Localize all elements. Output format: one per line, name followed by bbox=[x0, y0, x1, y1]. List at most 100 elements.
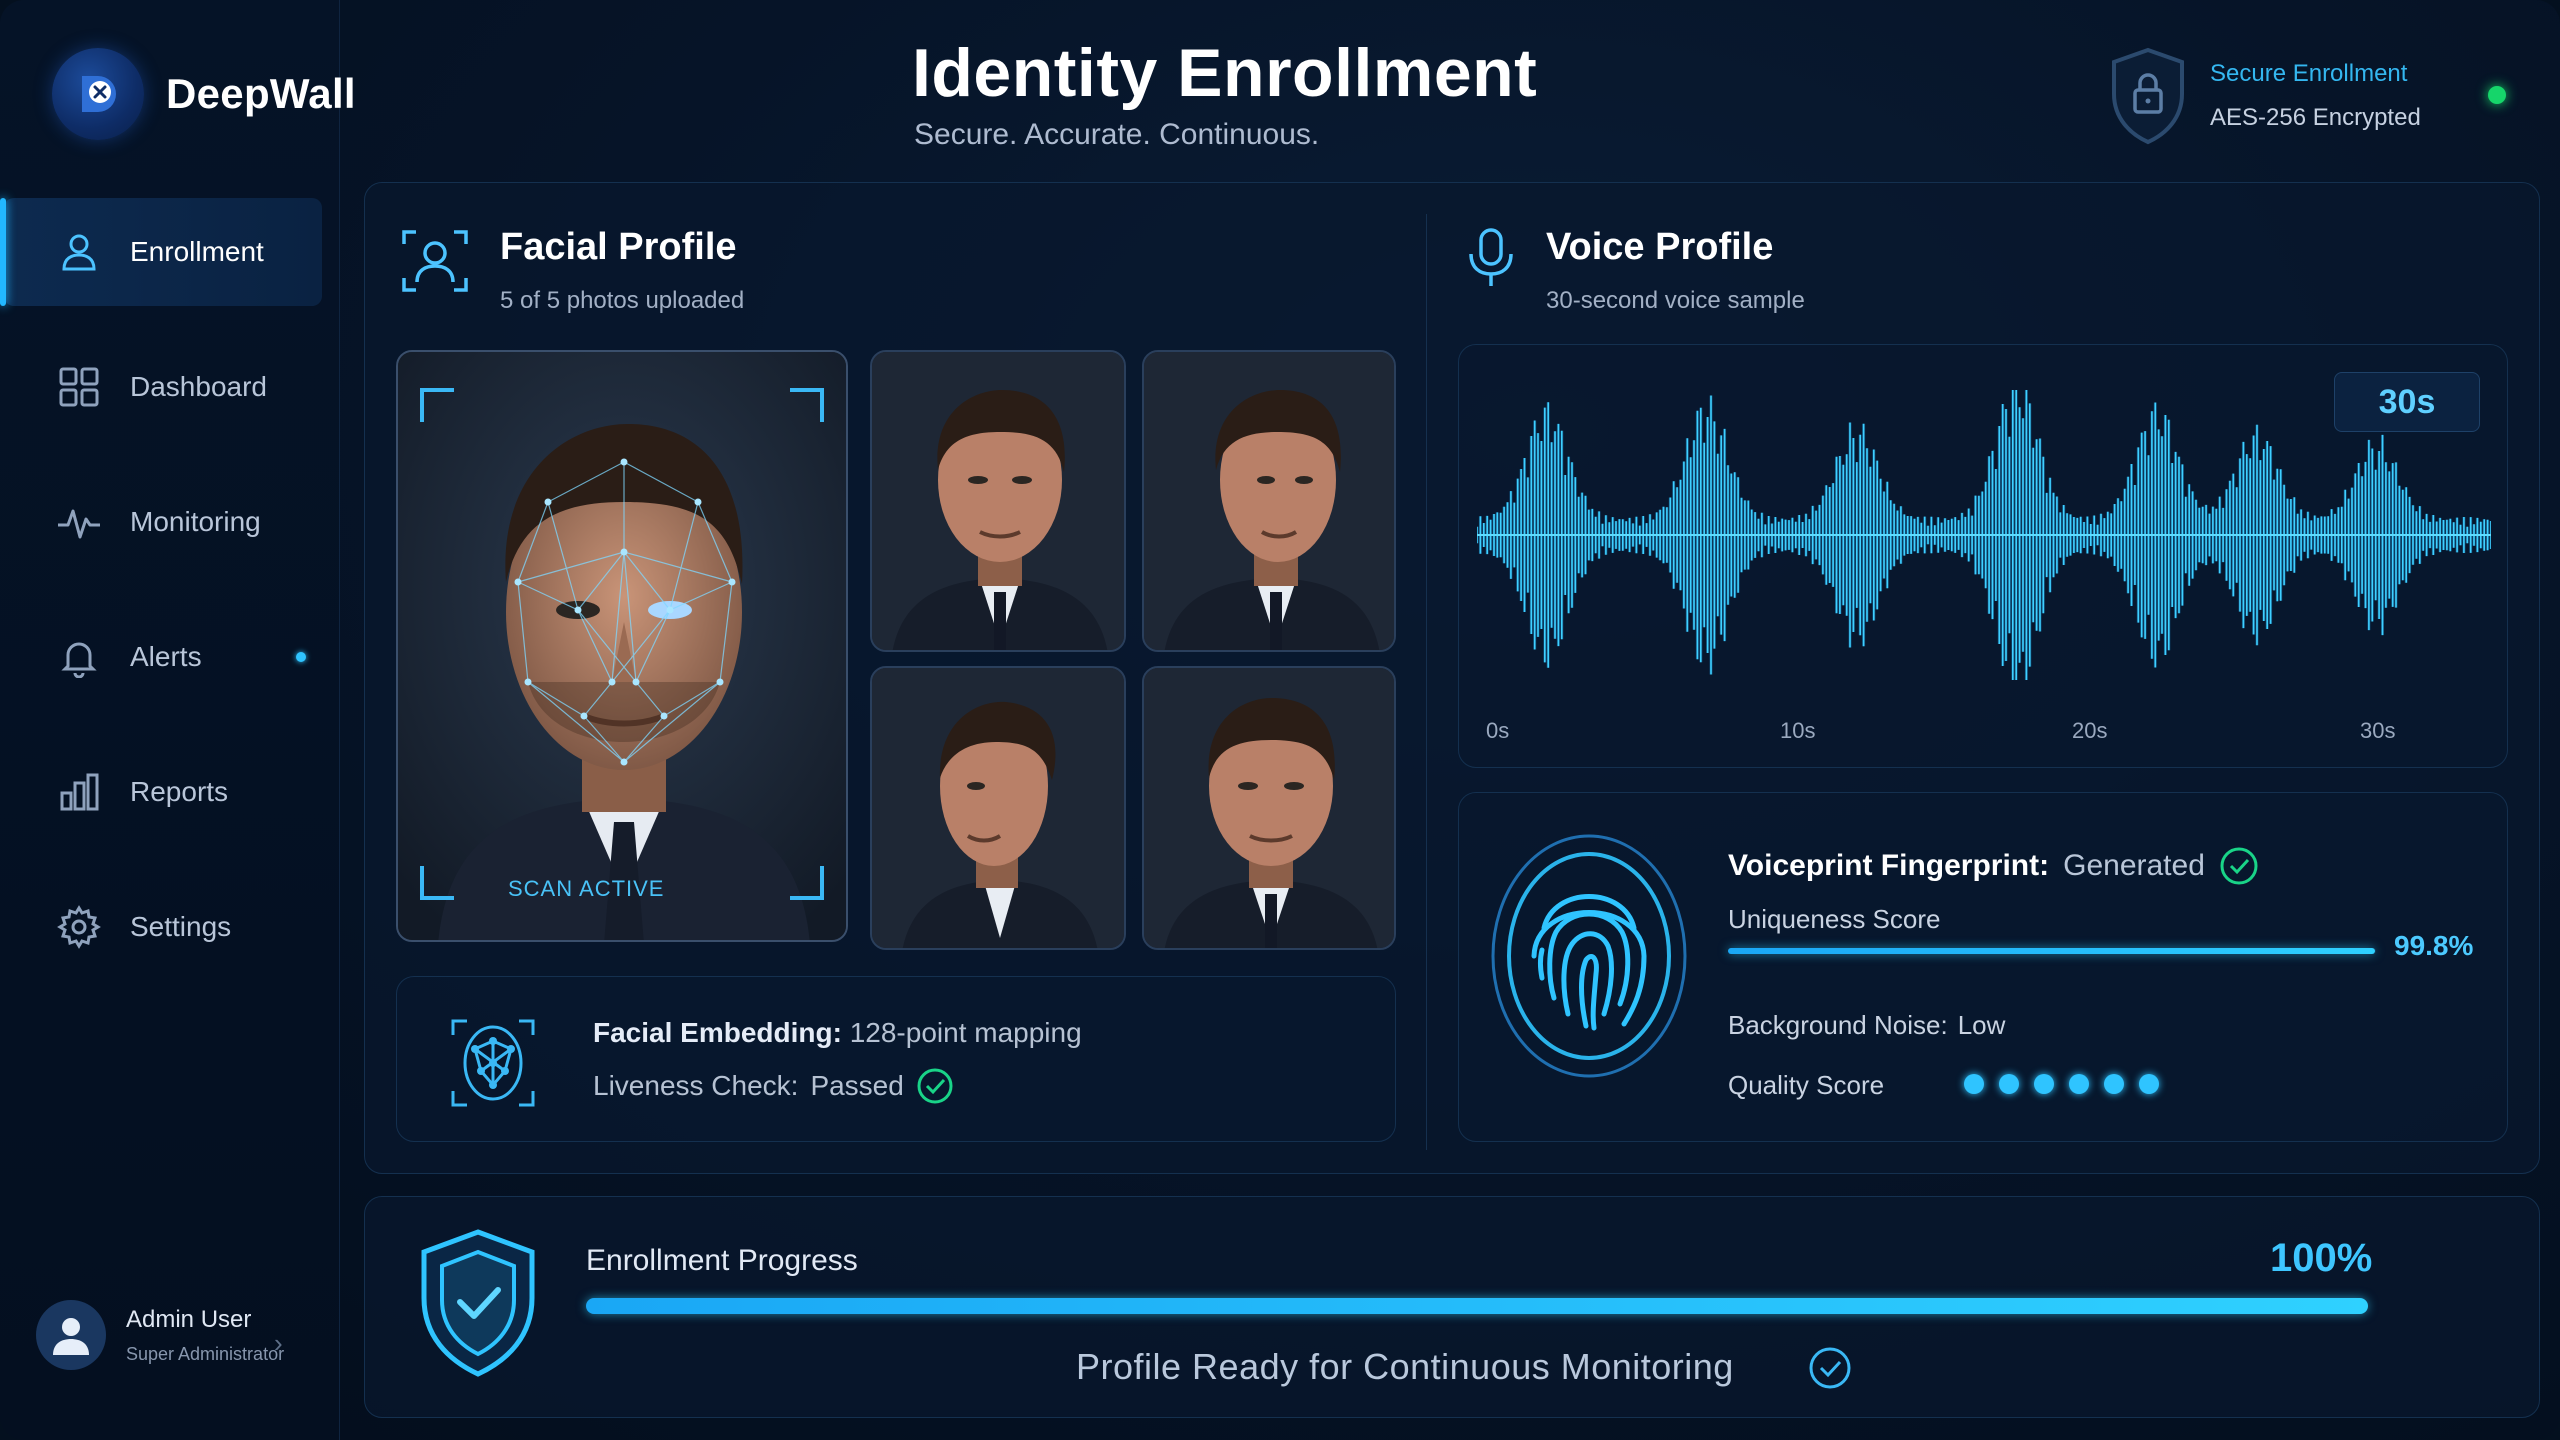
chevron-right-icon[interactable]: › bbox=[274, 1328, 283, 1359]
noise-key: Background Noise: bbox=[1728, 1010, 1948, 1040]
sidebar-item-label: Alerts bbox=[130, 641, 202, 672]
progress-label: Enrollment Progress bbox=[586, 1244, 858, 1277]
uniqueness-score: 99.8% bbox=[2394, 930, 2474, 961]
section-divider bbox=[1426, 214, 1427, 1150]
page-title: Identity Enrollment bbox=[912, 35, 1538, 111]
voiceprint-status: Voiceprint Fingerprint: Generated bbox=[1728, 846, 2259, 886]
timeline-tick: 30s bbox=[2360, 718, 2396, 743]
facial-embedding-panel: Facial Embedding: 128-point mapping Live… bbox=[396, 976, 1396, 1142]
brand[interactable]: DeepWall bbox=[52, 48, 356, 140]
portrait-image bbox=[1144, 352, 1394, 650]
sidebar-item-label: Reports bbox=[130, 776, 229, 807]
quality-dot bbox=[1999, 1074, 2019, 1094]
voice-profile-header: Voice Profile 30-second voice sample bbox=[1466, 226, 1805, 315]
voice-profile-title: Voice Profile bbox=[1546, 226, 1774, 268]
face-mesh-illustration bbox=[398, 352, 846, 940]
sidebar-item-settings[interactable]: Settings bbox=[4, 873, 322, 981]
scan-corner bbox=[790, 388, 824, 422]
secure-title: Secure Enrollment bbox=[2210, 60, 2408, 87]
avatar bbox=[36, 1300, 106, 1370]
check-circle-icon bbox=[2220, 847, 2258, 885]
sidebar-item-label: Dashboard bbox=[130, 371, 267, 402]
online-status-dot bbox=[2488, 86, 2506, 104]
face-photo-thumbnail[interactable] bbox=[870, 666, 1126, 950]
user-icon bbox=[56, 229, 102, 275]
facial-profile-header: Facial Profile 5 of 5 photos uploaded bbox=[400, 226, 744, 315]
deepwall-logo-icon bbox=[52, 48, 144, 140]
portrait-image bbox=[872, 352, 1124, 650]
face-network-icon bbox=[451, 1019, 535, 1107]
face-photo-thumbnail[interactable] bbox=[1142, 666, 1396, 950]
voiceprint-key: Voiceprint Fingerprint: bbox=[1728, 849, 2050, 882]
uniqueness-label: Uniqueness Score bbox=[1728, 904, 1941, 934]
check-circle-icon bbox=[917, 1068, 953, 1104]
embedding-value: 128-point mapping bbox=[849, 1017, 1082, 1048]
face-photo-thumbnail[interactable] bbox=[870, 350, 1126, 652]
sidebar-item-monitoring[interactable]: Monitoring bbox=[4, 468, 322, 576]
quality-label: Quality Score bbox=[1728, 1070, 1885, 1100]
audio-waveform bbox=[1477, 390, 2491, 680]
secure-enrollment-badge: Secure Enrollment AES-256 Encrypted bbox=[2108, 46, 2421, 146]
uniqueness-bar-fill bbox=[1728, 948, 2375, 954]
face-photo-thumbnail[interactable] bbox=[1142, 350, 1396, 652]
quality-dot bbox=[2069, 1074, 2089, 1094]
face-scan-photo[interactable]: SCAN ACTIVE bbox=[396, 350, 848, 942]
quality-dot bbox=[2034, 1074, 2054, 1094]
brand-name: DeepWall bbox=[166, 70, 356, 117]
sidebar-item-label: Enrollment bbox=[130, 236, 264, 267]
app-window: DeepWall Enrollment Dashboard Monitoring… bbox=[0, 0, 2560, 1440]
sidebar-item-dashboard[interactable]: Dashboard bbox=[4, 333, 322, 441]
scan-status-label: SCAN ACTIVE bbox=[508, 876, 665, 901]
noise-value: Low bbox=[1957, 1010, 2006, 1040]
scan-corner bbox=[420, 866, 454, 900]
progress-bar bbox=[586, 1298, 2368, 1314]
quality-dot bbox=[2104, 1074, 2124, 1094]
grid-icon bbox=[56, 364, 102, 410]
face-scan-icon bbox=[402, 230, 468, 292]
portrait-image bbox=[1144, 668, 1394, 948]
sidebar-item-enrollment[interactable]: Enrollment bbox=[0, 198, 322, 306]
sidebar-nav: Enrollment Dashboard Monitoring Alerts R… bbox=[0, 198, 340, 1008]
gear-icon bbox=[56, 904, 102, 950]
facial-profile-title: Facial Profile bbox=[500, 226, 737, 268]
voiceprint-value: Generated bbox=[2063, 849, 2205, 882]
progress-percent: 100% bbox=[2270, 1236, 2373, 1280]
liveness-line: Liveness Check: Passed bbox=[593, 1067, 954, 1105]
timeline-tick: 20s bbox=[2072, 718, 2108, 743]
quality-dot bbox=[1964, 1074, 1984, 1094]
embedding-line: Facial Embedding: 128-point mapping bbox=[593, 1017, 1082, 1049]
timeline-tick: 10s bbox=[1780, 718, 1816, 743]
user-role: Super Administrator bbox=[126, 1343, 285, 1364]
pulse-icon bbox=[56, 499, 102, 545]
uniqueness-bar bbox=[1728, 948, 2376, 954]
quality-dot bbox=[2139, 1074, 2159, 1094]
progress-bar-fill bbox=[586, 1298, 2368, 1314]
timeline-tick: 0s bbox=[1486, 718, 1510, 743]
photos-count: 5 of 5 photos uploaded bbox=[500, 287, 745, 314]
sidebar-item-label: Monitoring bbox=[130, 506, 261, 537]
scan-corner bbox=[790, 866, 824, 900]
user-name: Admin User bbox=[126, 1305, 252, 1333]
alert-indicator-dot bbox=[296, 652, 306, 662]
embedding-key: Facial Embedding: bbox=[593, 1017, 842, 1048]
sidebar-item-alerts[interactable]: Alerts bbox=[4, 603, 322, 711]
background-noise: Background Noise: Low bbox=[1728, 1010, 2005, 1041]
check-circle-icon bbox=[1809, 1347, 1851, 1389]
sidebar: DeepWall Enrollment Dashboard Monitoring… bbox=[0, 0, 356, 1440]
bell-icon bbox=[56, 634, 102, 680]
liveness-key: Liveness Check: bbox=[593, 1070, 799, 1101]
shield-check-icon bbox=[421, 1229, 535, 1377]
sidebar-item-label: Settings bbox=[130, 911, 232, 942]
bar-chart-icon bbox=[56, 769, 102, 815]
sidebar-item-reports[interactable]: Reports bbox=[4, 738, 322, 846]
scan-corner bbox=[420, 388, 454, 422]
user-profile[interactable]: Admin User Super Administrator bbox=[36, 1300, 284, 1370]
encryption-label: AES-256 Encrypted bbox=[2210, 104, 2421, 131]
portrait-image bbox=[872, 668, 1124, 948]
liveness-value: Passed bbox=[810, 1070, 904, 1101]
microphone-icon bbox=[1469, 228, 1513, 286]
duration-badge: 30s bbox=[2334, 372, 2480, 432]
page-subtitle: Secure. Accurate. Continuous. bbox=[914, 118, 1320, 151]
shield-lock-icon bbox=[2112, 47, 2184, 145]
voice-sample-length: 30-second voice sample bbox=[1546, 287, 1805, 314]
